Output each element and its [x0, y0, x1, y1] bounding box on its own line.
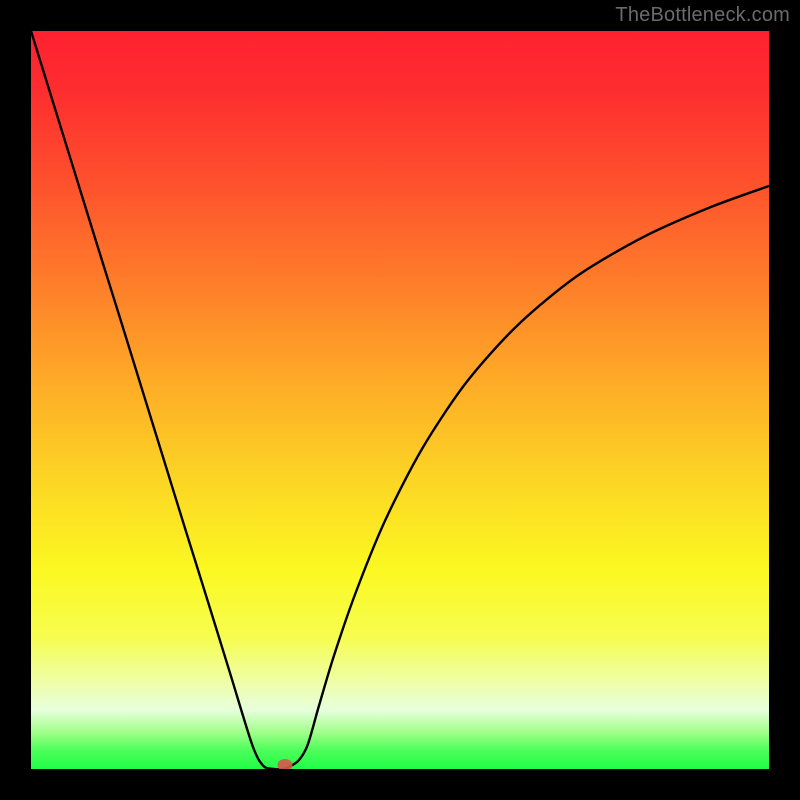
plot-area — [31, 31, 769, 769]
bottleneck-curve — [31, 31, 769, 769]
watermark-text: TheBottleneck.com — [615, 4, 790, 27]
marker-point — [277, 759, 292, 769]
chart-frame: TheBottleneck.com — [0, 0, 800, 800]
